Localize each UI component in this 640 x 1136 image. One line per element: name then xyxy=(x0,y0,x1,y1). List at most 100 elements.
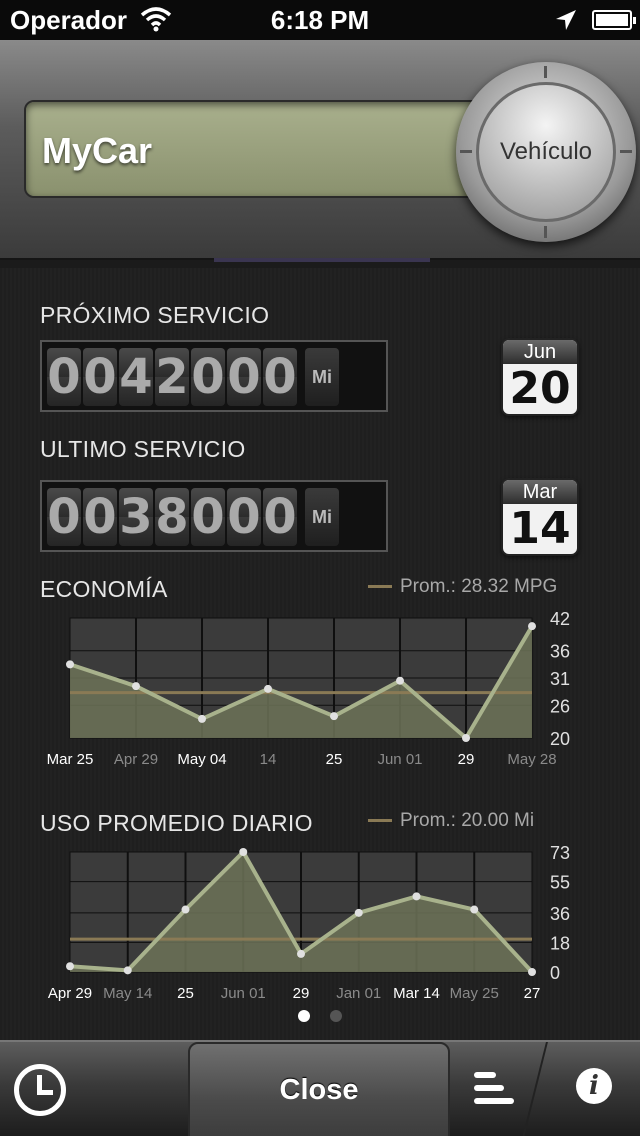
data-point xyxy=(66,660,74,669)
calendar-month: Jun xyxy=(503,340,577,364)
data-point xyxy=(297,949,305,958)
next-service-odometer[interactable]: 0 0 4 2 0 0 0 Mi xyxy=(40,340,388,412)
data-point xyxy=(528,622,536,631)
x-tick-label: Jan 01 xyxy=(336,985,381,1002)
main-panel: PRÓXIMO SERVICIO 0 0 4 2 0 0 0 Mi Jun 20… xyxy=(0,268,640,1040)
next-service-label: PRÓXIMO SERVICIO xyxy=(40,302,270,328)
y-tick-label: 26 xyxy=(550,696,570,716)
page-indicator-dot[interactable] xyxy=(330,1010,342,1022)
y-tick-label: 55 xyxy=(550,873,570,893)
vehicle-selector-dial[interactable]: Vehículo xyxy=(456,62,636,242)
y-tick-label: 36 xyxy=(550,904,570,924)
x-tick-label: Apr 29 xyxy=(48,985,92,1002)
daily-use-title: USO PROMEDIO DIARIO xyxy=(40,810,313,836)
data-point xyxy=(123,966,132,975)
economy-title: ECONOMÍA xyxy=(40,576,168,602)
daily-use-legend-text: Prom.: 20.00 Mi xyxy=(400,810,535,831)
economy-chart: 42 36 31 26 20 Mar 25 Apr 29 May 04 14 25 Jun 01 29… xyxy=(47,609,570,768)
odometer-digit: 3 xyxy=(119,488,153,546)
location-arrow-icon xyxy=(556,10,576,30)
x-tick-label: Apr 29 xyxy=(114,751,158,768)
next-service-date[interactable]: Jun 20 xyxy=(501,338,579,416)
vehicle-header: MyCar Vehículo xyxy=(0,40,640,262)
odometer-digit: 0 xyxy=(47,348,81,406)
odometer-digit: 0 xyxy=(47,488,81,546)
odometer-digit: 0 xyxy=(83,488,117,546)
vehicle-button[interactable]: Vehículo xyxy=(476,82,616,222)
odometer-digit: 0 xyxy=(263,488,297,546)
header-slot xyxy=(214,258,430,262)
daily-use-chart: 73 55 36 18 0 Apr 29 May 14 25 Jun 01 29 Jan 01 Mar… xyxy=(48,843,570,1002)
page-indicator-dot-active[interactable] xyxy=(298,1010,310,1022)
x-tick-label: Jun 01 xyxy=(377,751,422,768)
x-tick-label: Mar 14 xyxy=(393,985,440,1002)
x-tick-label: May 14 xyxy=(103,985,152,1002)
bottom-toolbar: Close i xyxy=(0,1040,640,1136)
x-tick-label: May 28 xyxy=(507,751,556,768)
statistics-icon[interactable] xyxy=(474,1072,514,1111)
y-tick-label: 36 xyxy=(550,642,570,662)
x-tick-label: Mar 25 xyxy=(47,751,94,768)
close-button-label: Close xyxy=(279,1073,359,1106)
x-tick-label: 27 xyxy=(524,985,541,1002)
battery-icon xyxy=(592,10,636,30)
info-icon[interactable]: i xyxy=(576,1068,612,1104)
daily-use-legend: Prom.: 20.00 Mi xyxy=(368,810,534,832)
odometer-digit: 0 xyxy=(83,348,117,406)
clock-time: 6:18 PM xyxy=(270,5,370,35)
odometer-digit: 4 xyxy=(119,348,153,406)
status-bar: Operador 6:18 PM xyxy=(0,0,640,40)
odometer-digit: 2 xyxy=(155,348,189,406)
data-point xyxy=(198,714,206,723)
last-service-odometer[interactable]: 0 0 3 8 0 0 0 Mi xyxy=(40,480,388,552)
x-tick-label: May 25 xyxy=(450,985,499,1002)
average-line-swatch xyxy=(368,585,392,589)
odometer-digit: 0 xyxy=(227,348,261,406)
data-point xyxy=(66,962,74,971)
data-point xyxy=(330,712,338,721)
history-clock-icon[interactable] xyxy=(14,1064,66,1116)
y-tick-label: 20 xyxy=(550,729,570,749)
vehicle-button-label: Vehículo xyxy=(499,138,593,165)
economy-legend-text: Prom.: 28.32 MPG xyxy=(400,576,558,597)
y-tick-label: 73 xyxy=(550,843,570,863)
data-point xyxy=(264,684,272,693)
x-tick-label: 14 xyxy=(260,751,277,768)
odometer-digit: 0 xyxy=(227,488,261,546)
data-point xyxy=(181,905,190,914)
toolbar-divider xyxy=(522,1042,548,1136)
odometer-digit: 8 xyxy=(155,488,189,546)
data-point xyxy=(470,905,479,914)
calendar-month: Mar xyxy=(503,480,577,504)
data-point xyxy=(462,734,470,742)
data-point xyxy=(396,676,404,685)
x-tick-label: 29 xyxy=(458,751,475,768)
y-tick-label: 31 xyxy=(550,669,570,689)
x-tick-label: 29 xyxy=(293,985,310,1002)
x-tick-label: Jun 01 xyxy=(221,985,266,1002)
odometer-unit: Mi xyxy=(305,348,339,406)
data-point xyxy=(412,892,421,901)
data-point xyxy=(528,968,536,976)
y-tick-label: 18 xyxy=(550,933,570,953)
odometer-unit: Mi xyxy=(305,488,339,546)
data-point xyxy=(239,848,248,856)
average-line-swatch xyxy=(368,819,392,823)
odometer-digit: 0 xyxy=(263,348,297,406)
data-point xyxy=(354,908,363,917)
last-service-date[interactable]: Mar 14 xyxy=(501,478,579,556)
close-button[interactable]: Close xyxy=(188,1042,450,1136)
economy-legend: Prom.: 28.32 MPG xyxy=(368,576,557,598)
calendar-day: 20 xyxy=(509,363,571,414)
x-tick-label: 25 xyxy=(177,985,194,1002)
x-tick-label: 25 xyxy=(326,751,343,768)
y-tick-label: 0 xyxy=(550,963,560,983)
calendar-day: 14 xyxy=(509,503,571,554)
odometer-digit: 0 xyxy=(191,348,225,406)
odometer-digit: 0 xyxy=(191,488,225,546)
vehicle-display: MyCar xyxy=(24,100,504,198)
x-tick-label: May 04 xyxy=(177,751,226,768)
data-point xyxy=(132,682,140,691)
y-tick-label: 42 xyxy=(550,609,570,629)
vehicle-name: MyCar xyxy=(42,130,153,171)
